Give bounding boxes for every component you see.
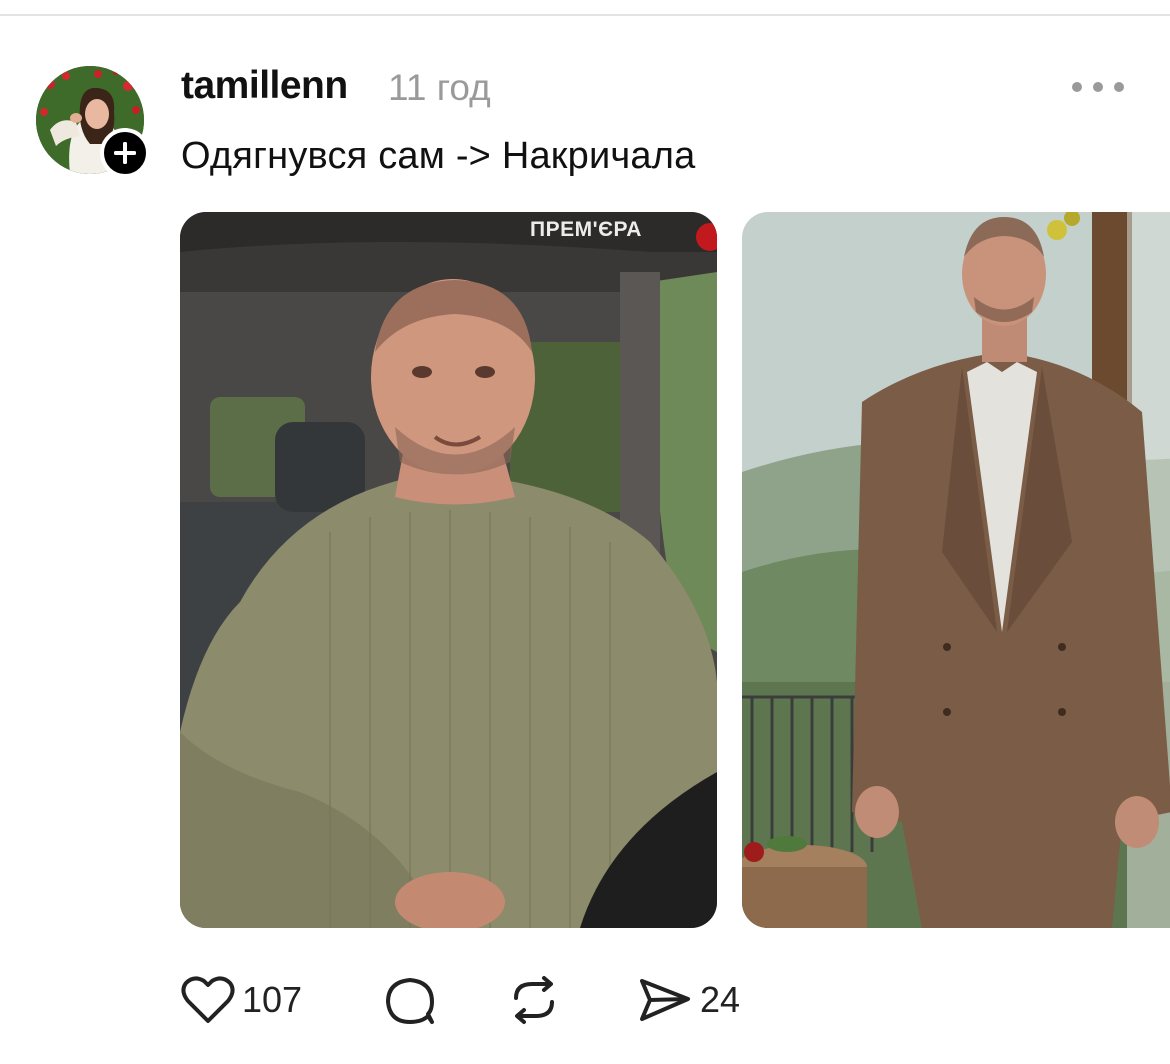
top-divider xyxy=(0,14,1170,16)
plus-icon xyxy=(114,142,136,164)
timestamp: 11 год xyxy=(388,67,491,108)
more-dot xyxy=(1114,82,1124,92)
comment-button[interactable] xyxy=(382,970,438,1030)
avatar-container[interactable] xyxy=(36,66,154,184)
more-dots-icon xyxy=(1072,82,1082,92)
send-icon xyxy=(640,979,690,1021)
premiere-watermark: ПРЕМ'ЄРА xyxy=(530,218,642,241)
more-dot xyxy=(1093,82,1103,92)
post-text: Одягнувся сам -> Накричала xyxy=(181,135,696,177)
action-bar: 107 24 xyxy=(180,970,880,1030)
media-carousel[interactable]: ПРЕМ'ЄРА xyxy=(180,212,1170,928)
media-photo-1[interactable]: ПРЕМ'ЄРА xyxy=(180,212,717,928)
comment-icon xyxy=(386,978,434,1024)
heart-icon xyxy=(181,976,235,1023)
repost-button[interactable] xyxy=(506,970,562,1030)
like-count: 107 xyxy=(242,979,303,1020)
more-options-button[interactable] xyxy=(1072,78,1124,96)
share-button[interactable]: 24 xyxy=(636,970,740,1030)
like-button[interactable]: 107 xyxy=(180,970,302,1030)
follow-button[interactable] xyxy=(100,128,150,178)
share-count: 24 xyxy=(700,979,741,1020)
media-photo-2[interactable] xyxy=(742,212,1170,928)
username[interactable]: tamillenn xyxy=(181,64,348,108)
repost-icon xyxy=(514,976,554,1024)
